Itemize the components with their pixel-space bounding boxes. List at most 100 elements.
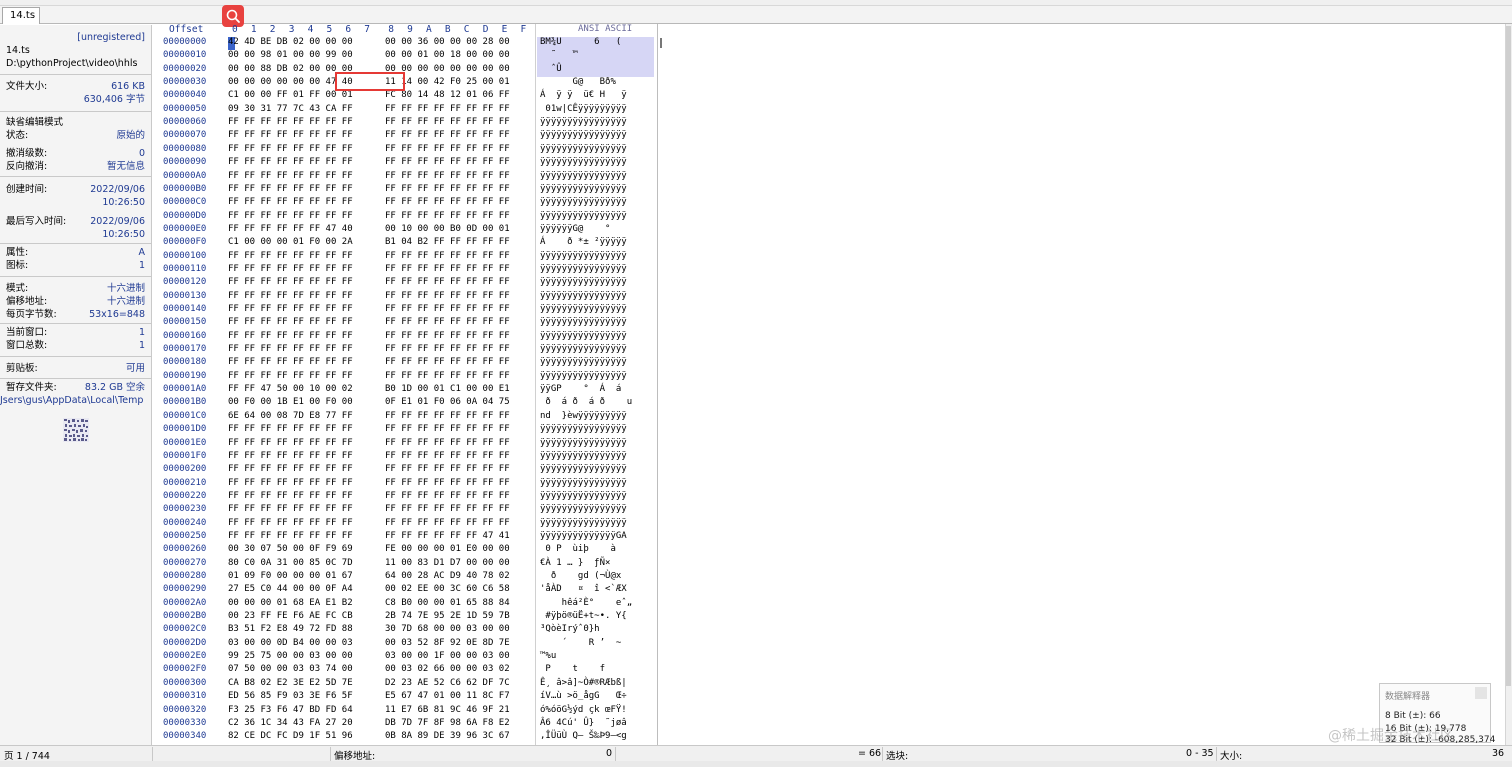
hex-bytes-low[interactable]: FF FF FF FF FF FF FF FF bbox=[228, 184, 353, 194]
hex-row[interactable]: 00000240 FF FF FF FF FF FF FF FF FF FF FF … bbox=[157, 518, 657, 531]
hex-bytes-low[interactable]: FF FF FF FF FF FF FF FF bbox=[228, 491, 353, 501]
hex-row[interactable]: 00000010 00 00 98 01 00 00 99 00 00 00 01 … bbox=[157, 50, 657, 63]
hex-bytes-low[interactable]: FF FF FF FF FF FF FF FF bbox=[228, 304, 353, 314]
ascii-text[interactable]: ÿÿÿÿÿÿÿÿÿÿÿÿÿÿÿÿ bbox=[540, 504, 627, 514]
ascii-text[interactable]: G@ Bð% bbox=[540, 77, 616, 87]
hex-row[interactable]: 00000250 FF FF FF FF FF FF FF FF FF FF FF … bbox=[157, 531, 657, 544]
hex-row[interactable]: 00000110 FF FF FF FF FF FF FF FF FF FF FF … bbox=[157, 264, 657, 277]
hex-bytes-low[interactable]: 00 30 07 50 00 0F F9 69 bbox=[228, 544, 353, 554]
ascii-text[interactable]: ÿÿÿÿÿÿÿÿÿÿÿÿÿÿÿÿ bbox=[540, 211, 627, 221]
hex-bytes-low[interactable]: 00 00 88 DB 02 00 00 00 bbox=[228, 64, 353, 74]
ascii-text[interactable]: ÿÿÿÿÿÿÿÿÿÿÿÿÿÿÿÿ bbox=[540, 171, 627, 181]
hex-bytes-low[interactable]: FF FF FF FF FF FF FF FF bbox=[228, 130, 353, 140]
ascii-text[interactable]: ÿÿÿÿÿÿÿÿÿÿÿÿÿÿÿÿ bbox=[540, 117, 627, 127]
ascii-text[interactable]: ÿÿÿÿÿÿÿÿÿÿÿÿÿÿÿÿ bbox=[540, 264, 627, 274]
hex-row[interactable]: 00000180 FF FF FF FF FF FF FF FF FF FF FF … bbox=[157, 357, 657, 370]
hex-bytes-low[interactable]: FF FF FF FF FF FF FF FF bbox=[228, 157, 353, 167]
hex-bytes-high[interactable]: 00 10 00 00 B0 0D 00 01 bbox=[385, 224, 510, 234]
ascii-text[interactable]: ˆÛ bbox=[540, 64, 627, 74]
hex-bytes-high[interactable]: FF FF FF FF FF FF FF FF bbox=[385, 424, 510, 434]
ascii-text[interactable]: ÿÿÿÿÿÿÿÿÿÿÿÿÿÿÿÿ bbox=[540, 518, 627, 528]
hex-bytes-high[interactable]: B1 04 B2 FF FF FF FF FF bbox=[385, 237, 510, 247]
hex-bytes-low[interactable]: FF FF FF FF FF FF FF FF bbox=[228, 264, 353, 274]
ascii-text[interactable]: ÿÿÿÿÿÿÿÿÿÿÿÿÿÿÿÿ bbox=[540, 251, 627, 261]
ascii-text[interactable]: ÿÿÿÿÿÿÿÿÿÿÿÿÿÿÿÿ bbox=[540, 144, 627, 154]
hex-row[interactable]: 000001E0 FF FF FF FF FF FF FF FF FF FF FF … bbox=[157, 438, 657, 451]
ascii-text[interactable]: ÿÿÿÿÿÿÿÿÿÿÿÿÿÿÿÿ bbox=[540, 130, 627, 140]
ascii-text[interactable]: ÿÿÿÿÿÿÿÿÿÿÿÿÿÿÿÿ bbox=[540, 331, 627, 341]
ascii-text[interactable]: ÿÿÿÿÿÿÿÿÿÿÿÿÿÿGA bbox=[540, 531, 627, 541]
hex-row[interactable]: 000002F0 07 50 00 00 03 03 74 00 00 03 02 … bbox=[157, 664, 657, 677]
hex-bytes-low[interactable]: 00 00 98 01 00 00 99 00 bbox=[228, 50, 353, 60]
hex-bytes-low[interactable]: ED 56 85 F9 03 3E F6 5F bbox=[228, 691, 353, 701]
scrollbar-thumb[interactable] bbox=[1506, 26, 1511, 686]
hex-row[interactable]: 00000000 42 4D BE DB 02 00 00 00 00 00 36 … bbox=[157, 37, 657, 50]
ascii-text[interactable]: ˜ ™ bbox=[540, 50, 621, 60]
hex-bytes-high[interactable]: FF FF FF FF FF FF FF FF bbox=[385, 171, 510, 181]
ascii-text[interactable]: ‚ÎÜüÙ Q– Š‰Þ9–<g bbox=[540, 731, 627, 741]
hex-row[interactable]: 000002C0 B3 51 F2 E8 49 72 FD 88 30 7D 68 … bbox=[157, 624, 657, 637]
hex-bytes-low[interactable]: C2 36 1C 34 43 FA 27 20 bbox=[228, 718, 353, 728]
hex-bytes-low[interactable]: 6E 64 00 08 7D E8 77 FF bbox=[228, 411, 353, 421]
ascii-text[interactable]: ÿÿÿÿÿÿÿÿÿÿÿÿÿÿÿÿ bbox=[540, 491, 627, 501]
hex-row[interactable]: 00000120 FF FF FF FF FF FF FF FF FF FF FF … bbox=[157, 277, 657, 290]
hex-row[interactable]: 00000270 80 C0 0A 31 00 85 0C 7D 11 00 83 … bbox=[157, 558, 657, 571]
hex-bytes-high[interactable]: FF FF FF FF FF FF FF FF bbox=[385, 504, 510, 514]
ascii-text[interactable]: 'åÀD ¤ î <`ÆX bbox=[540, 584, 627, 594]
ascii-text[interactable]: ÿÿÿÿÿÿÿÿÿÿÿÿÿÿÿÿ bbox=[540, 464, 627, 474]
ascii-text[interactable]: €À 1 … } ƒÑ× bbox=[540, 558, 610, 568]
ascii-text[interactable]: nd }èwÿÿÿÿÿÿÿÿÿ bbox=[540, 411, 627, 421]
ascii-text[interactable]: Á ÿ ÿ ü€ H ÿ bbox=[540, 90, 627, 100]
hex-row[interactable]: 000002E0 99 25 75 00 00 03 00 00 03 00 00 … bbox=[157, 651, 657, 664]
ascii-text[interactable]: ÿÿÿÿÿÿG@ ° bbox=[540, 224, 610, 234]
hex-bytes-low[interactable]: F3 25 F3 F6 47 BD FD 64 bbox=[228, 705, 353, 715]
hex-row[interactable]: 00000330 C2 36 1C 34 43 FA 27 20 DB 7D 7F … bbox=[157, 718, 657, 731]
ascii-text[interactable]: ÿÿÿÿÿÿÿÿÿÿÿÿÿÿÿÿ bbox=[540, 304, 627, 314]
hex-bytes-high[interactable]: 00 03 02 66 00 00 03 02 bbox=[385, 664, 510, 674]
hex-row[interactable]: 000000A0 FF FF FF FF FF FF FF FF FF FF FF … bbox=[157, 171, 657, 184]
hex-row[interactable]: 00000170 FF FF FF FF FF FF FF FF FF FF FF … bbox=[157, 344, 657, 357]
hex-bytes-low[interactable]: FF FF FF FF FF FF FF FF bbox=[228, 464, 353, 474]
hex-bytes-low[interactable]: 07 50 00 00 03 03 74 00 bbox=[228, 664, 353, 674]
hex-bytes-high[interactable]: FF FF FF FF FF FF FF FF bbox=[385, 277, 510, 287]
ascii-text[interactable]: ÿÿÿÿÿÿÿÿÿÿÿÿÿÿÿÿ bbox=[540, 438, 627, 448]
hex-row[interactable]: 00000320 F3 25 F3 F6 47 BD FD 64 11 E7 6B … bbox=[157, 705, 657, 718]
hex-grid[interactable]: 00000000 42 4D BE DB 02 00 00 00 00 00 36 … bbox=[157, 37, 657, 745]
hex-bytes-low[interactable]: 00 00 00 01 68 EA E1 B2 bbox=[228, 598, 353, 608]
vertical-scrollbar[interactable] bbox=[1505, 24, 1512, 745]
hex-bytes-low[interactable]: FF FF FF FF FF FF FF FF bbox=[228, 531, 353, 541]
hex-bytes-high[interactable]: FF FF FF FF FF FF FF FF bbox=[385, 491, 510, 501]
hex-bytes-high[interactable]: FF FF FF FF FF FF FF FF bbox=[385, 331, 510, 341]
hex-bytes-low[interactable]: FF FF FF FF FF FF FF FF bbox=[228, 357, 353, 367]
hex-row[interactable]: 00000040 C1 00 00 FF 01 FF 00 01 FC 80 14 … bbox=[157, 90, 657, 103]
ascii-text[interactable]: ð á ð á ð u bbox=[540, 397, 632, 407]
hex-bytes-high[interactable]: C8 B0 00 00 01 65 88 84 bbox=[385, 598, 510, 608]
hex-bytes-high[interactable]: FF FF FF FF FF FF FF FF bbox=[385, 157, 510, 167]
hex-bytes-low[interactable]: 00 F0 00 1B E1 00 F0 00 bbox=[228, 397, 353, 407]
hex-bytes-high[interactable]: 0B 8A 89 DE 39 96 3C 67 bbox=[385, 731, 510, 741]
ascii-text[interactable]: ÿÿÿÿÿÿÿÿÿÿÿÿÿÿÿÿ bbox=[540, 451, 627, 461]
hex-bytes-high[interactable]: FF FF FF FF FF FF FF FF bbox=[385, 438, 510, 448]
hex-bytes-low[interactable]: FF FF FF FF FF FF FF FF bbox=[228, 504, 353, 514]
hex-row[interactable]: 00000220 FF FF FF FF FF FF FF FF FF FF FF … bbox=[157, 491, 657, 504]
hex-row[interactable]: 00000080 FF FF FF FF FF FF FF FF FF FF FF … bbox=[157, 144, 657, 157]
hex-bytes-low[interactable]: FF FF FF FF FF FF FF FF bbox=[228, 518, 353, 528]
hex-row[interactable]: 00000130 FF FF FF FF FF FF FF FF FF FF FF … bbox=[157, 291, 657, 304]
hex-row[interactable]: 00000340 82 CE DC FC D9 1F 51 96 0B 8A 89 … bbox=[157, 731, 657, 744]
hex-bytes-high[interactable]: 00 00 01 00 18 00 00 00 bbox=[385, 50, 510, 60]
ascii-text[interactable]: BM¾Û 6 ( bbox=[540, 37, 621, 47]
hex-bytes-high[interactable]: FF FF FF FF FF FF FF FF bbox=[385, 104, 510, 114]
ascii-text[interactable]: ÿÿÿÿÿÿÿÿÿÿÿÿÿÿÿÿ bbox=[540, 184, 627, 194]
hex-bytes-low[interactable]: FF FF FF FF FF FF FF FF bbox=[228, 451, 353, 461]
hex-bytes-low[interactable]: 03 00 00 0D B4 00 00 03 bbox=[228, 638, 353, 648]
hex-bytes-low[interactable]: FF FF FF FF FF FF FF FF bbox=[228, 317, 353, 327]
hex-bytes-high[interactable]: 00 00 36 00 00 00 28 00 bbox=[385, 37, 510, 47]
hex-row[interactable]: 00000300 CA B8 02 E2 3E E2 5D 7E D2 23 AE … bbox=[157, 678, 657, 691]
hex-bytes-low[interactable]: C1 00 00 00 01 F0 00 2A bbox=[228, 237, 353, 247]
hex-row[interactable]: 00000280 01 09 F0 00 00 00 01 67 64 00 28 … bbox=[157, 571, 657, 584]
hex-bytes-low[interactable]: 00 00 00 00 00 00 47 40 bbox=[228, 77, 353, 87]
hex-bytes-low[interactable]: FF FF FF FF FF FF 47 40 bbox=[228, 224, 353, 234]
hex-row[interactable]: 00000290 27 E5 C0 44 00 00 0F A4 00 02 EE … bbox=[157, 584, 657, 597]
hex-row[interactable]: 00000060 FF FF FF FF FF FF FF FF FF FF FF … bbox=[157, 117, 657, 130]
hex-bytes-high[interactable]: 11 00 83 D1 D7 00 00 00 bbox=[385, 558, 510, 568]
